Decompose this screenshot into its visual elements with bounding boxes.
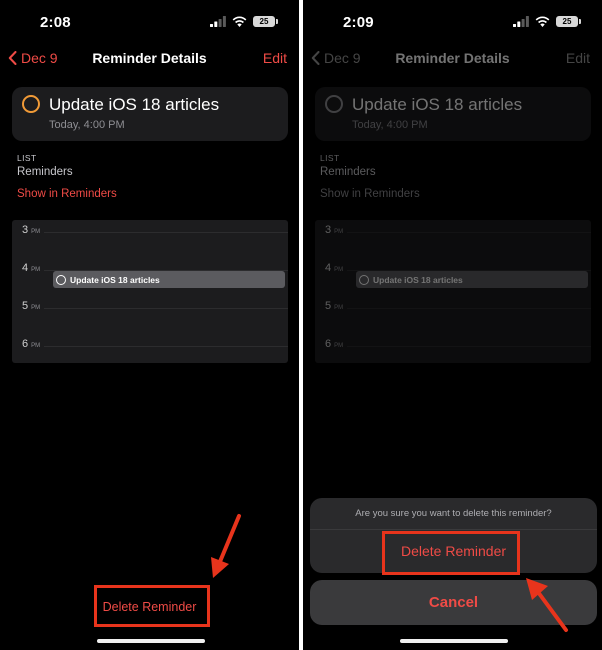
annotation-arrow-icon	[526, 578, 568, 632]
hour-label: 4 PM	[22, 262, 41, 274]
annotation-highlight-box	[94, 585, 210, 627]
calendar-preview: 3 PM 4 PM 5 PM 6 PM Update iOS 18 articles	[12, 220, 288, 363]
edit-button[interactable]: Edit	[566, 50, 590, 66]
show-in-reminders-link[interactable]: Show in Reminders	[320, 188, 420, 200]
status-time: 2:09	[343, 14, 374, 31]
reminder-circle-icon[interactable]	[325, 95, 343, 113]
calendar-preview: 3 PM 4 PM 5 PM 6 PM Update iOS 18 articles	[315, 220, 591, 363]
annotation-highlight-box	[382, 531, 520, 575]
event-title: Update iOS 18 articles	[373, 274, 463, 285]
edit-button[interactable]: Edit	[263, 50, 287, 66]
hour-label: 3 PM	[325, 224, 344, 236]
hour-line	[347, 346, 591, 347]
reminder-title: Update iOS 18 articles	[352, 95, 523, 114]
hour-line	[44, 232, 288, 233]
hour-label: 6 PM	[22, 338, 41, 350]
event-circle-icon	[359, 274, 369, 285]
hour-line	[44, 308, 288, 309]
nav-title: Reminder Details	[92, 50, 207, 66]
list-label: LIST	[17, 153, 37, 163]
wifi-icon	[535, 16, 550, 27]
hour-label: 5 PM	[22, 300, 41, 312]
nav-title: Reminder Details	[395, 50, 510, 66]
list-value: Reminders	[320, 166, 376, 178]
confirmation-message: Are you sure you want to delete this rem…	[355, 508, 552, 519]
cellular-signal-icon	[513, 16, 529, 27]
list-value: Reminders	[17, 166, 73, 178]
hour-line	[347, 308, 591, 309]
show-in-reminders-link[interactable]: Show in Reminders	[17, 188, 117, 200]
reminder-circle-icon[interactable]	[22, 95, 40, 113]
phone-screen-right: 2:09 25 Dec 9 Reminder Details Edit Upda…	[303, 0, 602, 650]
battery-icon: 25	[556, 16, 581, 27]
hour-label: 3 PM	[22, 224, 41, 236]
reminder-card[interactable]: Update iOS 18 articles Today, 4:00 PM	[12, 87, 288, 141]
list-label: LIST	[320, 153, 340, 163]
event-circle-icon	[56, 274, 66, 285]
hour-label: 6 PM	[325, 338, 344, 350]
calendar-event[interactable]: Update iOS 18 articles	[356, 271, 588, 288]
status-time: 2:08	[40, 14, 71, 31]
hour-line	[44, 346, 288, 347]
home-indicator[interactable]	[97, 639, 205, 643]
status-icons: 25	[513, 16, 581, 27]
reminder-card[interactable]: Update iOS 18 articles Today, 4:00 PM	[315, 87, 591, 141]
hour-line	[347, 232, 591, 233]
hour-label: 5 PM	[325, 300, 344, 312]
status-icons: 25	[210, 16, 278, 27]
phone-screen-left: 2:08 25 Dec 9 Reminder Details Edit Upda…	[0, 0, 299, 650]
wifi-icon	[232, 16, 247, 27]
calendar-event[interactable]: Update iOS 18 articles	[53, 271, 285, 288]
home-indicator[interactable]	[400, 639, 508, 643]
reminder-title: Update iOS 18 articles	[49, 95, 220, 114]
reminder-subtitle: Today, 4:00 PM	[49, 119, 125, 131]
sheet-divider	[310, 529, 597, 530]
reminder-subtitle: Today, 4:00 PM	[352, 119, 428, 131]
cellular-signal-icon	[210, 16, 226, 27]
annotation-arrow-icon	[211, 514, 241, 578]
hour-label: 4 PM	[325, 262, 344, 274]
battery-icon: 25	[253, 16, 278, 27]
event-title: Update iOS 18 articles	[70, 274, 160, 285]
